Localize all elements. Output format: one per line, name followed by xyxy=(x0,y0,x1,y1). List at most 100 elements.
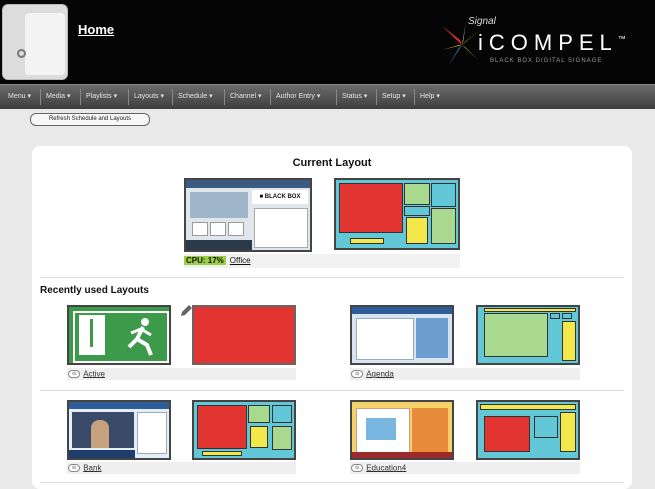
exit-arrow-icon xyxy=(90,319,93,347)
zone-yellow xyxy=(560,412,576,452)
zone-cyan xyxy=(404,206,430,216)
preview-calendar xyxy=(356,318,414,360)
logo-signature: Signal xyxy=(468,16,496,27)
preview-image xyxy=(366,418,396,440)
zone-yellow xyxy=(480,404,576,410)
zone-yellow xyxy=(250,426,268,448)
section-divider xyxy=(40,277,624,278)
zone-cyan xyxy=(562,313,572,319)
recent-layouts-title: Recently used Layouts xyxy=(40,285,149,296)
menu-item-help[interactable]: Help ▾ xyxy=(420,92,440,100)
agenda-layout-zones[interactable] xyxy=(476,305,580,365)
menu-separator xyxy=(270,89,271,105)
education4-layout-preview[interactable] xyxy=(350,400,454,460)
layout-link-education4[interactable]: Education4 xyxy=(366,463,406,472)
home-link[interactable]: Home xyxy=(78,22,114,37)
current-layout-name-link[interactable]: Office xyxy=(230,256,251,265)
logo-wordmark-text: iCOMPEL xyxy=(478,30,618,55)
zone-green xyxy=(248,405,270,423)
bank-layout-zones[interactable] xyxy=(192,400,296,460)
zone-cyan xyxy=(272,405,292,423)
zone-yellow xyxy=(562,321,576,361)
current-layout-zones[interactable] xyxy=(334,178,460,250)
education4-layout-zones[interactable] xyxy=(476,400,580,460)
preview-tile xyxy=(192,222,208,236)
bank-layout-preview[interactable] xyxy=(67,400,171,460)
section-divider xyxy=(40,482,624,483)
layout-link-active[interactable]: Active xyxy=(83,369,105,378)
preview-side-panel xyxy=(254,208,308,248)
logo-wordmark: iCOMPEL™ xyxy=(478,30,626,56)
logo-tm: ™ xyxy=(617,34,626,44)
layout-caption-bank: ⊙ Bank xyxy=(68,463,101,472)
running-man-icon xyxy=(127,318,153,356)
preview-ticker xyxy=(352,452,452,458)
zone-cyan xyxy=(534,416,558,438)
section-divider xyxy=(40,390,624,391)
menu-item-status[interactable]: Status ▾ xyxy=(342,92,367,100)
zone-yellow xyxy=(350,238,384,244)
logo-tagline: BLACK BOX DIGITAL SIGNAGE xyxy=(490,58,603,64)
current-layout-title: Current Layout xyxy=(292,157,372,169)
preview-toggle-icon[interactable]: ⊙ xyxy=(68,369,81,378)
preview-tile xyxy=(228,222,244,236)
zone-green xyxy=(272,426,292,450)
preview-titlebar xyxy=(186,180,310,188)
menu-separator xyxy=(80,89,81,105)
edit-pencil-icon[interactable] xyxy=(179,304,193,318)
preview-ticker xyxy=(69,450,135,458)
agenda-layout-preview[interactable] xyxy=(350,305,454,365)
device-badge xyxy=(2,4,68,80)
layout-caption-active: ⊙ Active xyxy=(68,369,105,378)
zone-green xyxy=(484,313,548,357)
preview-tile xyxy=(210,222,226,236)
menu-item-layouts[interactable]: Layouts ▾ xyxy=(134,92,164,100)
active-layout-zones[interactable] xyxy=(192,305,296,365)
menu-separator xyxy=(376,89,377,105)
cpu-value: CPU: 17% xyxy=(184,256,226,265)
current-layout-preview[interactable]: ■ BLACK BOX xyxy=(184,178,312,252)
zone-green xyxy=(404,183,430,205)
preview-blackbox-logo: ■ BLACK BOX xyxy=(252,190,308,204)
menu-item-schedule[interactable]: Schedule ▾ xyxy=(178,92,213,100)
zone-yellow xyxy=(484,308,576,312)
top-header: Home Signal iCOMPEL™ BLACK BOX DIGITAL S… xyxy=(0,0,655,84)
preview-image xyxy=(190,192,248,218)
icompel-logo: Signal iCOMPEL™ BLACK BOX DIGITAL SIGNAG… xyxy=(440,14,640,74)
menu-item-menu[interactable]: Menu ▾ xyxy=(8,92,31,100)
layout-link-agenda[interactable]: Agenda xyxy=(366,369,394,378)
main-menu-bar: Menu ▾ Media ▾ Playlists ▾ Layouts ▾ Sch… xyxy=(0,84,655,109)
cpu-status: CPU: 17% Office xyxy=(184,256,268,268)
preview-titlebar xyxy=(69,402,169,409)
zone-red xyxy=(339,183,403,233)
menu-item-playlists[interactable]: Playlists ▾ xyxy=(86,92,117,100)
menu-separator xyxy=(128,89,129,105)
menu-item-media[interactable]: Media ▾ xyxy=(46,92,71,100)
preview-side-panel xyxy=(137,412,167,454)
menu-item-channel[interactable]: Channel ▾ xyxy=(230,92,262,100)
active-layout-preview[interactable] xyxy=(67,305,171,365)
zone-red xyxy=(197,405,247,449)
refresh-schedule-button[interactable]: Refresh Schedule and Layouts xyxy=(30,113,150,126)
layout-caption-agenda: ⊙ Agenda xyxy=(351,369,394,378)
zone-green xyxy=(431,208,456,244)
layout-caption-education4: ⊙ Education4 xyxy=(351,463,406,472)
preview-toggle-icon[interactable]: ⊙ xyxy=(351,369,364,378)
zone-yellow xyxy=(202,451,242,456)
preview-side-image xyxy=(416,318,448,358)
menu-separator xyxy=(336,89,337,105)
menu-item-author-entry[interactable]: Author Entry ▾ xyxy=(276,92,320,100)
device-badge-panel xyxy=(25,13,65,75)
zone-red xyxy=(194,307,294,363)
layouts-panel: Current Layout ■ BLACK BOX CPU: 17% Offic… xyxy=(32,146,632,489)
zone-cyan xyxy=(550,313,560,319)
layout-link-bank[interactable]: Bank xyxy=(83,463,101,472)
menu-separator xyxy=(40,89,41,105)
power-icon xyxy=(17,49,26,58)
preview-toggle-icon[interactable]: ⊙ xyxy=(68,463,81,472)
menu-separator xyxy=(172,89,173,105)
preview-ticker xyxy=(186,240,252,250)
preview-toggle-icon[interactable]: ⊙ xyxy=(351,463,364,472)
menu-item-setup[interactable]: Setup ▾ xyxy=(382,92,406,100)
menu-separator xyxy=(414,89,415,105)
